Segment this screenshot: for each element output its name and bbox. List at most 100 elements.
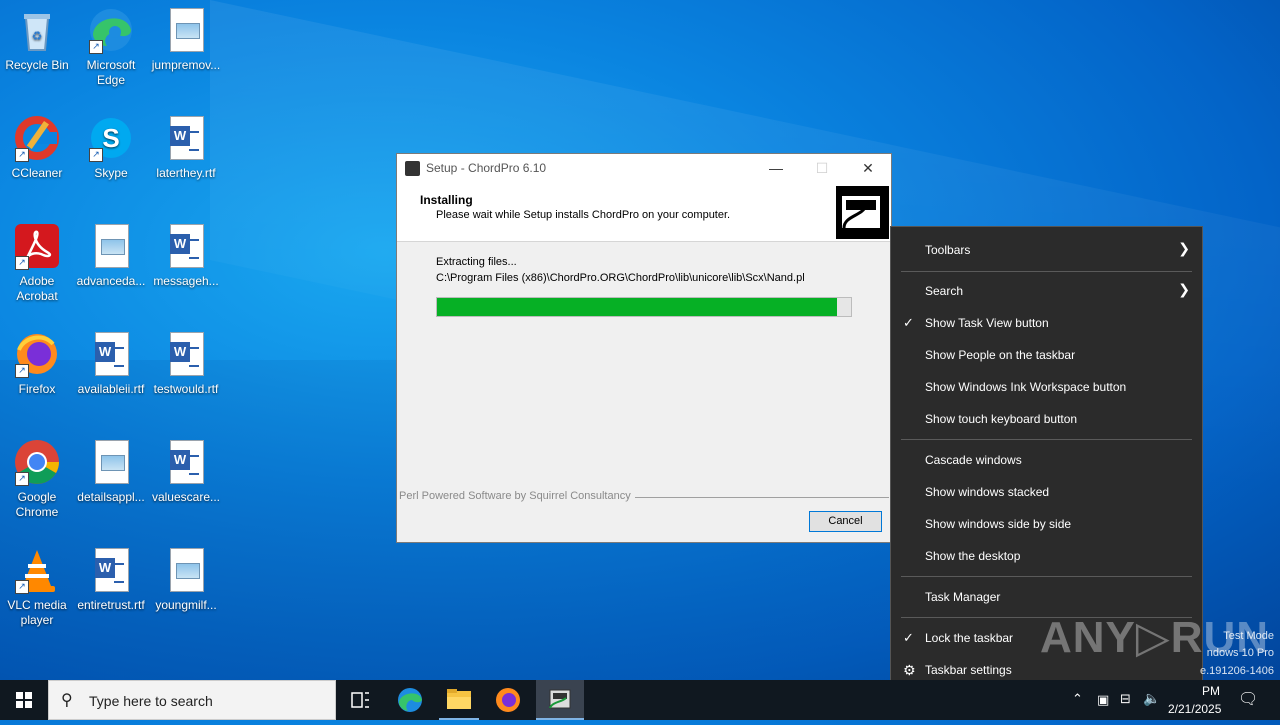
clock-time[interactable]: PM — [1202, 684, 1220, 698]
window-title: Setup - ChordPro 6.10 — [426, 161, 547, 175]
menu-item-show-ink-workspace[interactable]: Show Windows Ink Workspace button — [925, 371, 1126, 403]
desktop-icon-label: advanceda... — [76, 274, 146, 288]
menu-item-search[interactable]: Search — [925, 275, 963, 307]
desktop-icon-label: Adobe Acrobat — [16, 274, 58, 303]
vlc-icon: ↗ — [13, 546, 61, 594]
desktop-icon-label: Skype — [94, 166, 128, 180]
desktop-icon-word-document[interactable]: W laterthey.rtf — [149, 114, 223, 181]
menu-item-show-desktop[interactable]: Show the desktop — [925, 540, 1020, 572]
taskbar-search-box[interactable]: ⚲ Type here to search — [48, 680, 336, 720]
cancel-button[interactable]: Cancel — [809, 511, 882, 532]
submenu-chevron-icon: ❯ — [1178, 281, 1190, 297]
search-placeholder: Type here to search — [89, 693, 213, 709]
menu-item-cascade-windows[interactable]: Cascade windows — [925, 444, 1022, 476]
setup-window: Setup - ChordPro 6.10 — ☐ ✕ Installing P… — [396, 153, 892, 543]
svg-text:S: S — [102, 123, 119, 153]
desktop-icon-ccleaner[interactable]: ↗ CCleaner — [0, 114, 74, 181]
desktop-icon-google-chrome[interactable]: ↗ Google Chrome — [0, 438, 74, 520]
progress-bar — [436, 297, 852, 317]
taskbar: ⚲ Type here to search ⌃ ▣ ⊟ 🔈 PM 2/21/20… — [0, 680, 1280, 720]
firefox-icon: ↗ — [13, 330, 61, 378]
desktop-icon-word-document[interactable]: W valuescare... — [149, 438, 223, 505]
word-document-icon: W — [87, 546, 135, 594]
setup-body: Extracting files... C:\Program Files (x8… — [397, 242, 891, 544]
desktop-icon-label: jumpremov... — [151, 58, 221, 72]
ccleaner-icon: ↗ — [13, 114, 61, 162]
desktop-icon-word-document[interactable]: W entiretrust.rtf — [74, 546, 148, 613]
clock-date[interactable]: 2/21/2025 — [1168, 702, 1221, 716]
taskbar-edge-button[interactable] — [386, 680, 434, 720]
build-text: e.191206-1406 — [1199, 665, 1274, 677]
desktop-icon-label: availableii.rtf — [77, 382, 145, 396]
desktop-icon-label: Recycle Bin — [5, 58, 69, 72]
shortcut-arrow-icon: ↗ — [89, 40, 103, 54]
minimize-button[interactable]: — — [753, 154, 799, 183]
taskbar-setup-button[interactable] — [536, 680, 584, 720]
network-icon[interactable]: ▣ — [1097, 692, 1109, 708]
desktop-icon-word-document[interactable]: W testwould.rtf — [149, 330, 223, 397]
word-document-icon: W — [162, 330, 210, 378]
desktop-icon-label: youngmilf... — [155, 598, 217, 612]
taskbar-file-explorer-button[interactable] — [435, 680, 483, 720]
shortcut-arrow-icon: ↗ — [89, 148, 103, 162]
ethernet-icon[interactable]: ⊟ — [1120, 691, 1131, 707]
gear-icon: ⚙ — [903, 662, 916, 678]
volume-icon[interactable]: 🔈 — [1143, 690, 1160, 707]
menu-item-lock-taskbar[interactable]: Lock the taskbar — [925, 622, 1013, 654]
header-subtitle: Please wait while Setup installs ChordPr… — [436, 209, 731, 221]
desktop-icon-word-document[interactable]: W availableii.rtf — [74, 330, 148, 397]
menu-item-show-task-view[interactable]: Show Task View button — [925, 307, 1049, 339]
chrome-icon: ↗ — [13, 438, 61, 486]
desktop-icon-image-file[interactable]: advanceda... — [74, 222, 148, 289]
header-title: Installing — [420, 193, 473, 207]
close-button[interactable]: ✕ — [845, 154, 891, 183]
windows-logo-icon — [16, 692, 32, 708]
desktop-icon-microsoft-edge[interactable]: ↗ Microsoft Edge — [74, 6, 148, 88]
setup-app-icon — [549, 689, 571, 709]
desktop-icon-image-file[interactable]: jumpremov... — [149, 6, 223, 73]
menu-separator — [901, 439, 1192, 440]
desktop-icon-firefox[interactable]: ↗ Firefox — [0, 330, 74, 397]
desktop-icon-vlc[interactable]: ↗ VLC media player — [0, 546, 74, 628]
skype-icon: S ↗ — [87, 114, 135, 162]
taskbar-firefox-button[interactable] — [484, 680, 532, 720]
desktop-icon-label: Firefox — [18, 382, 56, 396]
menu-item-show-touch-keyboard[interactable]: Show touch keyboard button — [925, 403, 1077, 435]
desktop-icon-word-document[interactable]: W messageh... — [149, 222, 223, 289]
word-document-icon: W — [87, 330, 135, 378]
task-view-button[interactable] — [336, 680, 384, 720]
windows-edition-text: ndows 10 Pro — [1206, 647, 1274, 659]
menu-item-show-windows-stacked[interactable]: Show windows stacked — [925, 476, 1049, 508]
menu-item-toolbars[interactable]: Toolbars — [925, 234, 970, 266]
desktop-icon-label: messageh... — [153, 274, 219, 288]
desktop-icon-adobe-acrobat[interactable]: ↗ Adobe Acrobat — [0, 222, 74, 304]
file-path-text: C:\Program Files (x86)\ChordPro.ORG\Chor… — [436, 272, 805, 284]
word-document-icon: W — [162, 438, 210, 486]
svg-text:♻: ♻ — [32, 29, 43, 43]
menu-item-task-manager[interactable]: Task Manager — [925, 581, 1000, 613]
desktop-icon-image-file[interactable]: youngmilf... — [149, 546, 223, 613]
desktop-icon-recycle-bin[interactable]: ♻ Recycle Bin — [0, 6, 74, 73]
desktop-icon-image-file[interactable]: detailsappl... — [74, 438, 148, 505]
menu-item-show-people[interactable]: Show People on the taskbar — [925, 339, 1075, 371]
menu-item-show-windows-side-by-side[interactable]: Show windows side by side — [925, 508, 1071, 540]
word-document-icon: W — [162, 114, 210, 162]
start-button[interactable] — [0, 680, 48, 720]
desktop-icon-skype[interactable]: S ↗ Skype — [74, 114, 148, 181]
setup-app-icon — [405, 161, 420, 176]
desktop-icon-label: valuescare... — [151, 490, 221, 504]
folder-icon — [447, 689, 471, 709]
task-view-icon — [351, 692, 369, 708]
shortcut-arrow-icon: ↗ — [15, 472, 29, 486]
status-text: Extracting files... — [436, 256, 517, 268]
submenu-chevron-icon: ❯ — [1178, 240, 1190, 256]
desktop-icon-label: laterthey.rtf — [156, 166, 216, 180]
maximize-button: ☐ — [815, 160, 829, 176]
setup-titlebar[interactable]: Setup - ChordPro 6.10 — ☐ ✕ — [397, 154, 891, 183]
notifications-icon[interactable]: 🗨 — [1238, 689, 1258, 709]
desktop-icon-label: Google Chrome — [15, 490, 59, 519]
installer-logo-icon — [836, 186, 889, 239]
recycle-bin-icon: ♻ — [13, 6, 61, 54]
shortcut-arrow-icon: ↗ — [15, 256, 29, 270]
show-hidden-icons-button[interactable]: ⌃ — [1072, 691, 1083, 707]
